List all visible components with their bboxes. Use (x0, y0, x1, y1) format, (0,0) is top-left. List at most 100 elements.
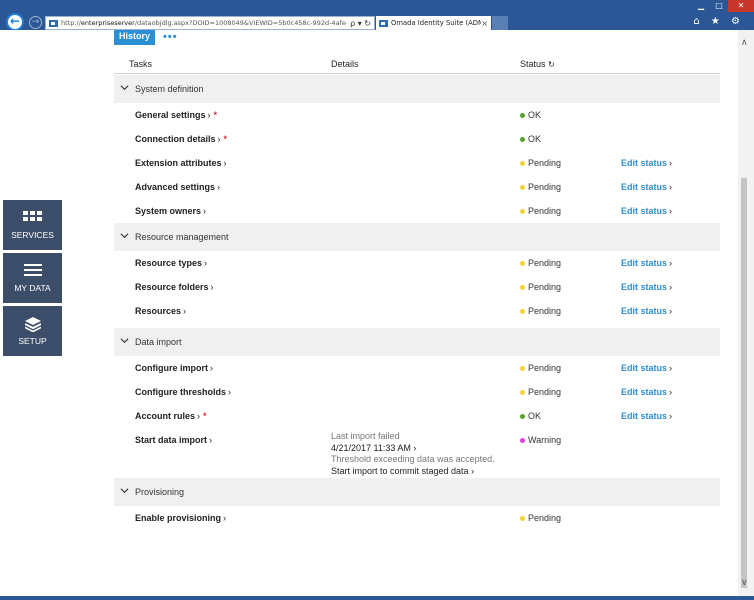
nav-setup[interactable]: SETUP (3, 306, 62, 356)
status-badge: Pending (520, 182, 561, 192)
forward-arrow-icon[interactable]: → (29, 16, 42, 29)
chevron-down-icon[interactable] (120, 231, 129, 240)
status-badge: OK (520, 134, 541, 144)
browser-chrome: ▁ □ ✕ ← → http://enterpriseserver/dataob… (0, 0, 754, 31)
task-link[interactable]: General settings › * (135, 110, 217, 120)
status-badge: Pending (520, 206, 561, 216)
group-resource-management[interactable]: Resource management (114, 223, 720, 251)
group-system-definition[interactable]: System definition (114, 75, 720, 103)
edit-status-link[interactable]: Edit status › (621, 158, 672, 168)
nav-services-label: SERVICES (11, 230, 54, 240)
window-bottom-border (0, 596, 754, 600)
group-label: Data import (135, 337, 182, 347)
table-row: Advanced settings › Pending Edit status › (114, 175, 720, 199)
status-dot (520, 308, 525, 314)
scroll-down-icon[interactable]: ∨ (741, 578, 748, 588)
status-dot (520, 160, 525, 166)
maximize-button[interactable]: □ (710, 0, 728, 12)
task-link[interactable]: Enable provisioning › (135, 513, 226, 523)
grid-icon (3, 211, 62, 225)
details-status-text: Last import failed (331, 431, 400, 441)
task-link[interactable]: Extension attributes › (135, 158, 227, 168)
group-label: Provisioning (135, 487, 185, 497)
url-text[interactable]: http://enterpriseserver/dataobjdlg.aspx?… (61, 19, 347, 27)
table-row: Extension attributes › Pending Edit statu… (114, 151, 720, 175)
refresh-icon[interactable]: ↻ (548, 60, 555, 69)
browser-tab-active[interactable]: Omada Identity Suite (ADM... × (376, 16, 491, 30)
new-tab-button[interactable] (492, 16, 508, 30)
nav-services[interactable]: SERVICES (3, 200, 62, 250)
table-row: Start data import › Last import failed 4/… (114, 428, 720, 478)
edit-status-link[interactable]: Edit status › (621, 387, 672, 397)
details-timestamp-link[interactable]: 4/21/2017 11:33 AM › (331, 443, 495, 455)
table-row: Configure import › Pending Edit status › (114, 356, 720, 380)
task-link[interactable]: Start data import › (135, 435, 212, 445)
scroll-up-icon[interactable]: ∧ (741, 38, 748, 48)
status-dot (520, 184, 525, 190)
edit-status-link[interactable]: Edit status › (621, 258, 672, 268)
status-badge: Pending (520, 363, 561, 373)
table-row: Enable provisioning › Pending (114, 506, 720, 530)
tab-favicon-icon (379, 19, 388, 27)
table-row: Resource types › Pending Edit status › (114, 251, 720, 275)
edit-status-link[interactable]: Edit status › (621, 282, 672, 292)
status-badge: Pending (520, 282, 561, 292)
nav-my-data-label: MY DATA (14, 283, 51, 293)
side-navigation: SERVICES MY DATA SETUP (3, 200, 62, 359)
chevron-down-icon[interactable] (120, 83, 129, 92)
required-marker: * (203, 411, 207, 421)
status-badge: OK (520, 411, 541, 421)
status-dot (520, 389, 525, 395)
more-tabs-icon[interactable]: ••• (163, 31, 178, 43)
layers-icon (3, 317, 62, 332)
task-link[interactable]: Connection details › * (135, 134, 227, 144)
task-link[interactable]: System owners › (135, 206, 206, 216)
vertical-scrollbar[interactable]: ∧ ∨ (738, 30, 754, 596)
window-controls: ▁ □ ✕ (692, 0, 754, 12)
tab-history[interactable]: History (114, 30, 155, 45)
details-threshold-text: Threshold exceeding data was accepted. (331, 454, 495, 464)
edit-status-link[interactable]: Edit status › (621, 363, 672, 373)
scrollbar-thumb[interactable] (741, 178, 747, 588)
status-dot (520, 413, 525, 419)
edit-status-link[interactable]: Edit status › (621, 206, 672, 216)
details-start-import-link[interactable]: Start import to commit staged data › (331, 466, 495, 478)
task-link[interactable]: Configure import › (135, 363, 213, 373)
edit-status-link[interactable]: Edit status › (621, 182, 672, 192)
status-dot (520, 260, 525, 266)
edit-status-link[interactable]: Edit status › (621, 306, 672, 316)
task-link[interactable]: Account rules › * (135, 411, 207, 421)
task-link[interactable]: Resources › (135, 306, 186, 316)
minimize-button[interactable]: ▁ (692, 0, 710, 12)
address-bar-controls[interactable]: ρ ▾ ↻ (347, 19, 374, 28)
table-header: Tasks Details Status ↻ (114, 54, 720, 74)
task-link[interactable]: Resource folders › (135, 282, 214, 292)
menu-lines-icon (3, 264, 62, 278)
group-data-import[interactable]: Data import (114, 328, 720, 356)
task-link[interactable]: Resource types › (135, 258, 207, 268)
tab-close-icon[interactable]: × (481, 19, 488, 28)
table-row: General settings › * OK (114, 103, 720, 127)
table-row: Connection details › * OK (114, 127, 720, 151)
required-marker: * (213, 110, 218, 120)
group-label: Resource management (135, 232, 229, 242)
group-label: System definition (135, 84, 204, 94)
site-favicon-icon (49, 19, 58, 27)
status-dot (520, 136, 525, 142)
address-bar[interactable]: http://enterpriseserver/dataobjdlg.aspx?… (45, 16, 375, 30)
header-status: Status ↻ (520, 59, 555, 69)
group-provisioning[interactable]: Provisioning (114, 478, 720, 506)
task-link[interactable]: Advanced settings › (135, 182, 220, 192)
nav-my-data[interactable]: MY DATA (3, 253, 62, 303)
status-badge: Pending (520, 158, 561, 168)
status-dot (520, 284, 525, 290)
close-window-button[interactable]: ✕ (728, 0, 754, 12)
back-arrow-icon[interactable]: ← (6, 13, 24, 31)
chevron-down-icon[interactable] (120, 336, 129, 345)
status-dot (520, 365, 525, 371)
edit-status-link[interactable]: Edit status › (621, 411, 672, 421)
required-marker: * (223, 134, 228, 144)
task-link[interactable]: Configure thresholds › (135, 387, 231, 397)
chevron-down-icon[interactable] (120, 486, 129, 495)
browser-toolbar-icons[interactable]: ⌂ ★ ⚙ (693, 16, 744, 27)
